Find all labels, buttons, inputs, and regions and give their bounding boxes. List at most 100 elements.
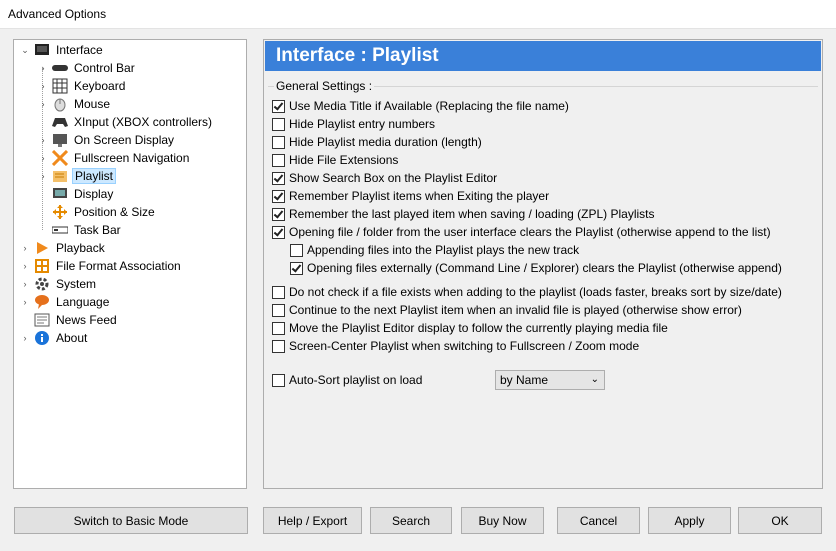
- tree-label: Mouse: [74, 97, 111, 111]
- tree-item-keyboard[interactable]: › Keyboard: [38, 77, 127, 95]
- checkbox[interactable]: [290, 243, 303, 257]
- expand-icon[interactable]: ›: [38, 171, 48, 181]
- checkbox[interactable]: [272, 225, 285, 239]
- option-editor-follows-playing[interactable]: Move the Playlist Editor display to foll…: [272, 320, 668, 336]
- option-remember-playlist-items[interactable]: Remember Playlist items when Exiting the…: [272, 188, 549, 204]
- mouse-icon: [52, 96, 68, 112]
- tree-item-file-format-association[interactable]: › File Format Association: [20, 257, 183, 275]
- tree-item-playlist[interactable]: › Playlist: [38, 167, 117, 185]
- buy-now-button[interactable]: Buy Now: [461, 507, 544, 534]
- tree-label: On Screen Display: [74, 133, 175, 147]
- checkbox[interactable]: [272, 373, 285, 387]
- gamepad-icon: [52, 114, 68, 130]
- tree-item-system[interactable]: › System: [20, 275, 98, 293]
- settings-panel: Interface : Playlist General Settings : …: [263, 39, 823, 489]
- tree-item-news-feed[interactable]: News Feed: [20, 311, 119, 329]
- cancel-button[interactable]: Cancel: [557, 507, 640, 534]
- option-hide-media-duration[interactable]: Hide Playlist media duration (length): [272, 134, 482, 150]
- option-continue-invalid-file[interactable]: Continue to the next Playlist item when …: [272, 302, 742, 318]
- tree-item-about[interactable]: › About: [20, 329, 89, 347]
- display-icon: [52, 186, 68, 202]
- tree-item-control-bar[interactable]: › Control Bar: [38, 59, 137, 77]
- tree-label: XInput (XBOX controllers): [74, 115, 213, 129]
- checkbox[interactable]: [272, 153, 285, 167]
- expand-icon[interactable]: ›: [20, 243, 30, 253]
- tree-item-playback[interactable]: › Playback: [20, 239, 107, 257]
- option-appending-plays-new-track[interactable]: Appending files into the Playlist plays …: [290, 242, 579, 258]
- checkbox[interactable]: [272, 285, 285, 299]
- collapse-icon[interactable]: ⌄: [20, 45, 30, 56]
- tree-item-fullscreen-navigation[interactable]: › Fullscreen Navigation: [38, 149, 191, 167]
- expand-icon[interactable]: ›: [20, 297, 30, 307]
- tree-label: Interface: [56, 43, 103, 57]
- tree-label: File Format Association: [56, 259, 181, 273]
- search-button[interactable]: Search: [370, 507, 452, 534]
- checkbox[interactable]: [272, 303, 285, 317]
- expand-icon[interactable]: ›: [20, 333, 30, 343]
- option-opening-externally-clears[interactable]: Opening files externally (Command Line /…: [290, 260, 782, 276]
- tree-label: System: [56, 277, 97, 291]
- tree-label: Position & Size: [74, 205, 155, 219]
- option-show-search-box[interactable]: Show Search Box on the Playlist Editor: [272, 170, 497, 186]
- apply-button[interactable]: Apply: [648, 507, 731, 534]
- expand-icon[interactable]: ›: [38, 135, 48, 145]
- switch-basic-mode-button[interactable]: Switch to Basic Mode: [14, 507, 248, 534]
- checkbox[interactable]: [272, 99, 285, 113]
- expand-icon[interactable]: ›: [38, 153, 48, 163]
- expand-icon[interactable]: ›: [38, 81, 48, 91]
- news-icon: [34, 312, 50, 328]
- expand-icon[interactable]: ›: [20, 261, 30, 271]
- tree-item-xinput[interactable]: XInput (XBOX controllers): [38, 113, 214, 131]
- option-opening-clears-playlist[interactable]: Opening file / folder from the user inte…: [272, 224, 771, 240]
- tree-item-language[interactable]: › Language: [20, 293, 111, 311]
- tree-item-task-bar[interactable]: Task Bar: [38, 221, 123, 239]
- checkbox[interactable]: [272, 117, 285, 131]
- checkbox[interactable]: [272, 339, 285, 353]
- tree-item-position-size[interactable]: Position & Size: [38, 203, 157, 221]
- sort-order-select[interactable]: by Name ⌄: [495, 370, 605, 390]
- checkbox[interactable]: [272, 189, 285, 203]
- tree-label: Playlist: [72, 168, 117, 184]
- option-screen-center-playlist[interactable]: Screen-Center Playlist when switching to…: [272, 338, 639, 354]
- checkbox[interactable]: [290, 261, 303, 275]
- chevron-down-icon: ⌄: [590, 374, 599, 385]
- option-use-media-title[interactable]: Use Media Title if Available (Replacing …: [272, 98, 569, 114]
- ok-button[interactable]: OK: [738, 507, 822, 534]
- checkbox[interactable]: [272, 135, 285, 149]
- osd-icon: [52, 132, 68, 148]
- tree-item-mouse[interactable]: › Mouse: [38, 95, 112, 113]
- title-bar: Advanced Options: [0, 0, 836, 28]
- checkbox[interactable]: [272, 207, 285, 221]
- tree-item-display[interactable]: Display: [38, 185, 115, 203]
- group-title: General Settings :: [274, 79, 375, 93]
- expand-icon[interactable]: ›: [38, 63, 48, 73]
- control-bar-icon: [52, 60, 68, 76]
- tree-label: Fullscreen Navigation: [74, 151, 190, 165]
- option-auto-sort[interactable]: Auto-Sort playlist on load: [272, 372, 422, 388]
- tree-item-interface[interactable]: ⌄ Interface: [20, 41, 105, 59]
- option-remember-last-played[interactable]: Remember the last played item when savin…: [272, 206, 655, 222]
- expand-icon[interactable]: ›: [20, 279, 30, 289]
- option-hide-entry-numbers[interactable]: Hide Playlist entry numbers: [272, 116, 435, 132]
- help-export-button[interactable]: Help / Export: [263, 507, 362, 534]
- playback-icon: [34, 240, 50, 256]
- checkbox[interactable]: [272, 321, 285, 335]
- taskbar-icon: [52, 222, 68, 238]
- keyboard-icon: [52, 78, 68, 94]
- tree-label: Language: [56, 295, 110, 309]
- tree-item-on-screen-display[interactable]: › On Screen Display: [38, 131, 176, 149]
- tree-label: Display: [74, 187, 114, 201]
- page-title: Interface : Playlist: [265, 41, 821, 71]
- checkbox[interactable]: [272, 171, 285, 185]
- expand-icon[interactable]: ›: [38, 99, 48, 109]
- tree-label: About: [56, 331, 88, 345]
- tree-label: Keyboard: [74, 79, 126, 93]
- option-hide-file-extensions[interactable]: Hide File Extensions: [272, 152, 398, 168]
- fullscreen-icon: [52, 150, 68, 166]
- file-format-icon: [34, 258, 50, 274]
- position-icon: [52, 204, 68, 220]
- window-title: Advanced Options: [8, 7, 107, 21]
- option-do-not-check-file-exists[interactable]: Do not check if a file exists when addin…: [272, 284, 782, 300]
- options-tree[interactable]: ⌄ Interface › Control Bar › Keyboard › M…: [13, 39, 247, 489]
- tree-label: News Feed: [56, 313, 117, 327]
